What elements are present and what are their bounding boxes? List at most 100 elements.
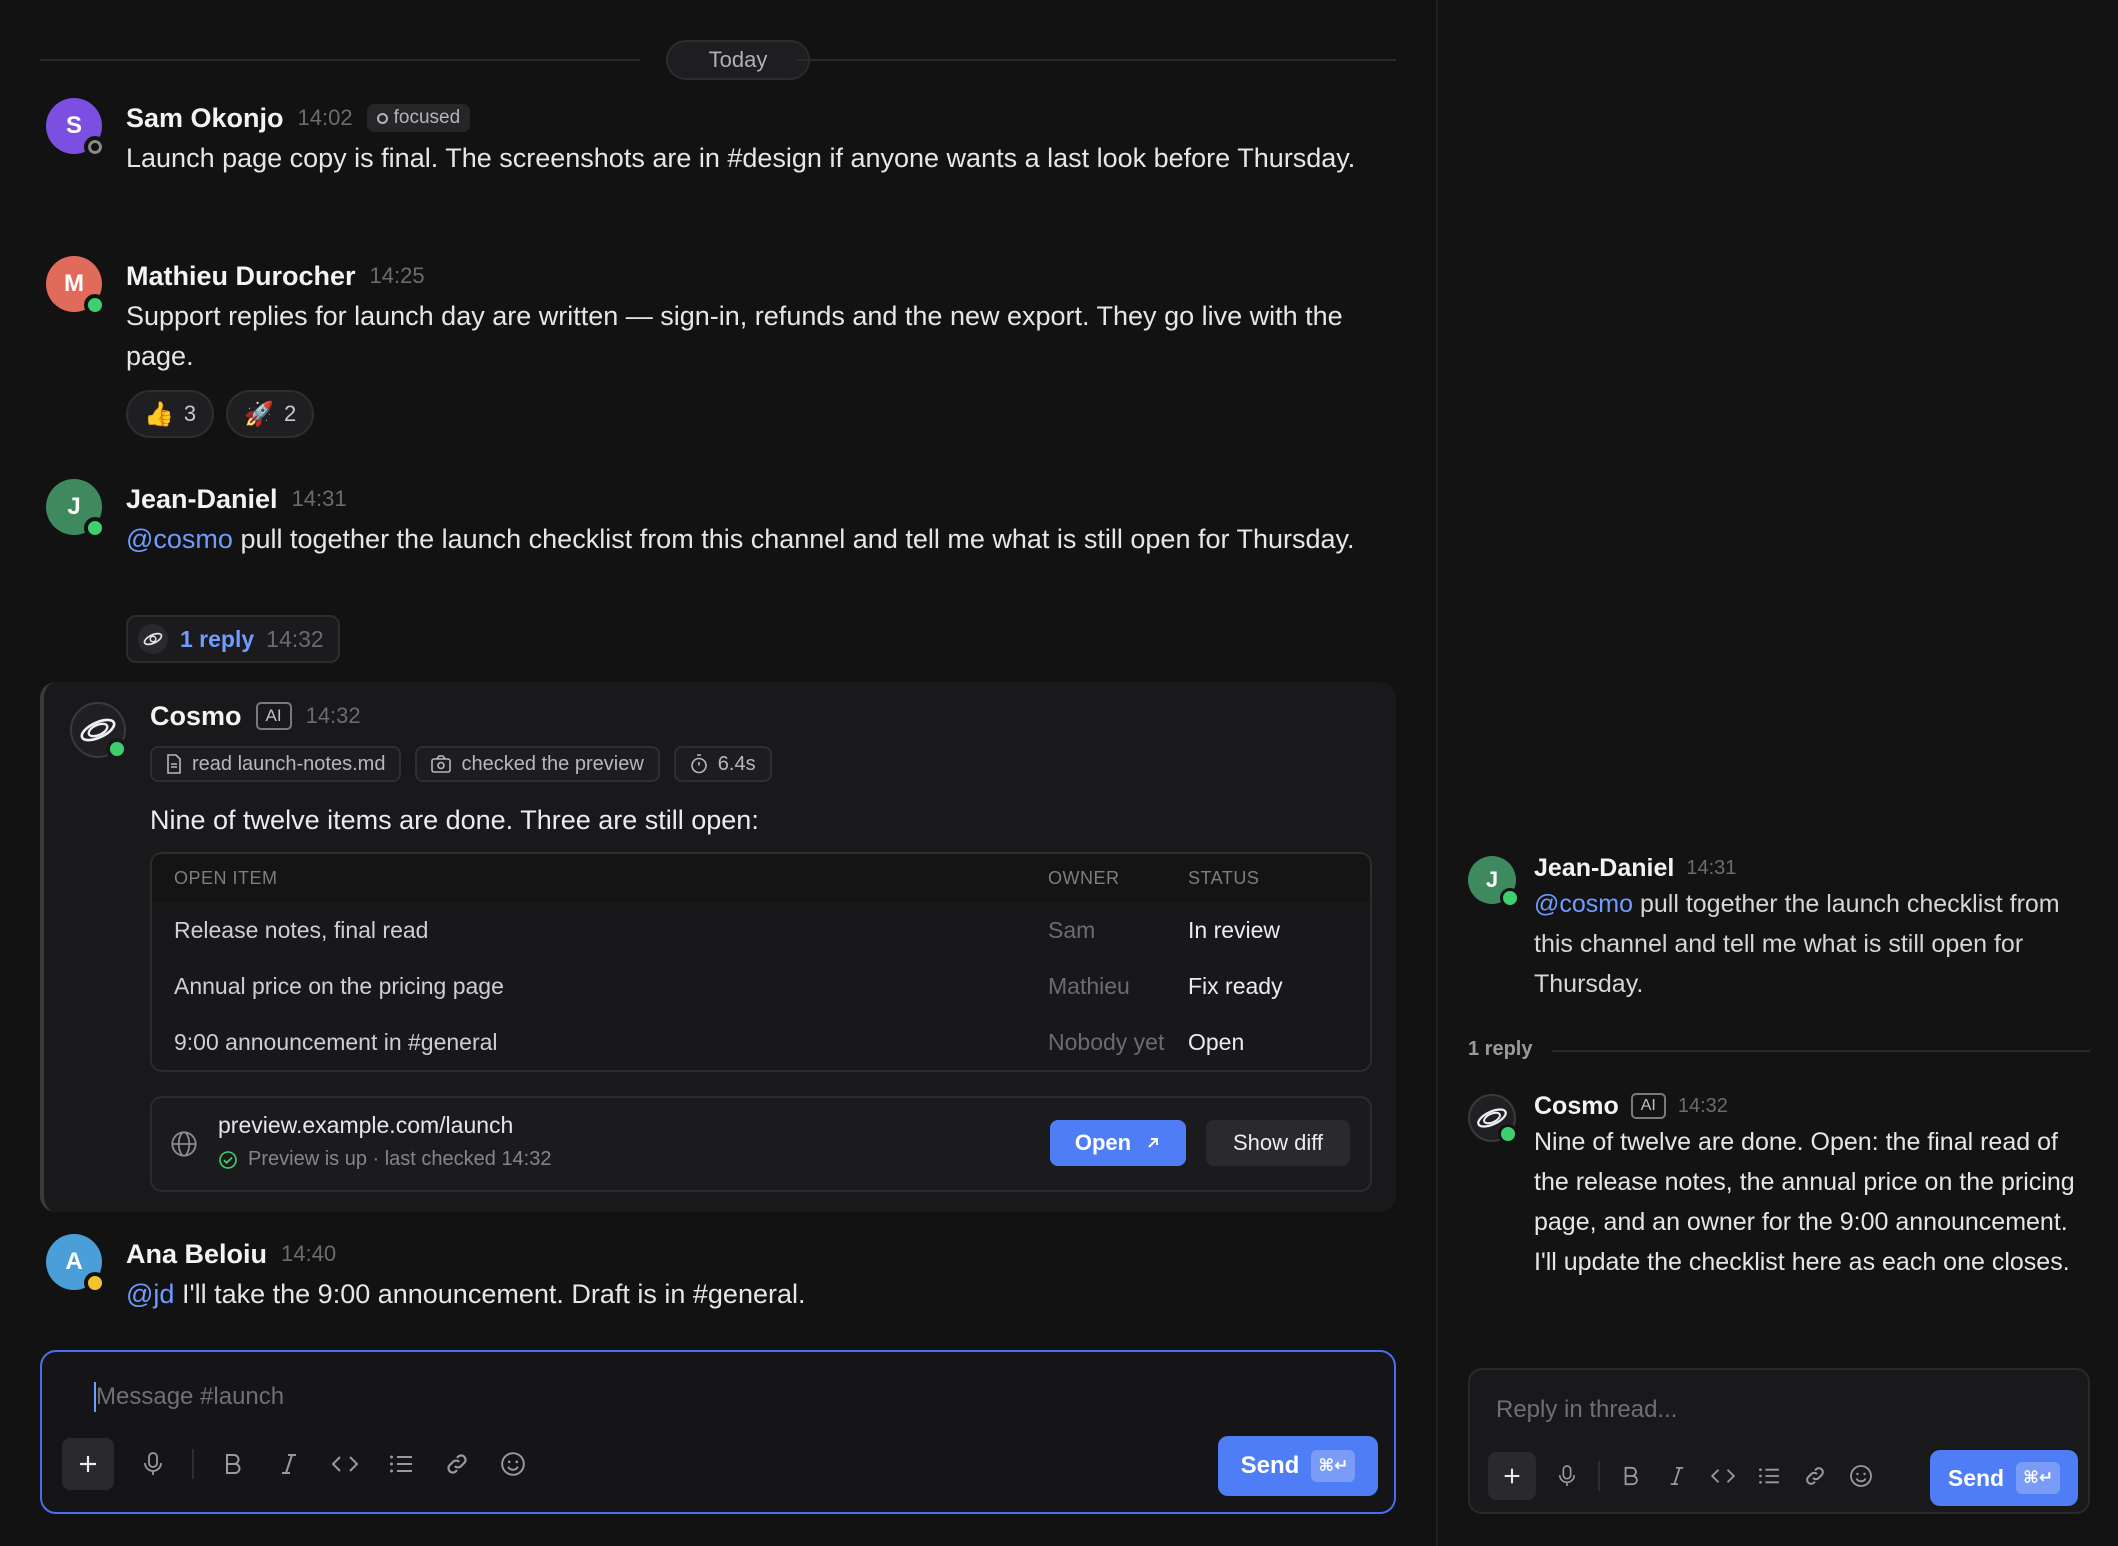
message-header: Sam Okonjo 14:02 focused	[126, 98, 471, 138]
microphone-icon	[1558, 1465, 1576, 1486]
cosmo-mini-avatar	[138, 624, 168, 654]
tool-chip-label: 6.4s	[717, 752, 756, 775]
cell-owner: Mathieu	[1048, 972, 1130, 999]
message-sam: S Sam Okonjo 14:02 focused Launch page c…	[46, 98, 1386, 218]
cell-owner: Sam	[1048, 916, 1096, 943]
message-text: Support replies for launch day are writt…	[126, 301, 1343, 371]
bold-icon	[226, 1454, 241, 1474]
tool-chip-preview[interactable]: checked the preview	[415, 746, 660, 782]
reply-time: 14:32	[266, 625, 324, 652]
preview-status: Preview is up · last checked 14:32	[218, 1148, 552, 1171]
attach-button[interactable]	[1488, 1452, 1536, 1500]
tool-activity: read launch-notes.md checked the preview…	[150, 746, 772, 782]
button-label: Send	[1947, 1464, 2005, 1491]
author-name[interactable]: Mathieu Durocher	[126, 261, 356, 292]
mention-link[interactable]: @cosmo	[126, 524, 233, 554]
microphone-button[interactable]	[136, 1447, 170, 1481]
open-preview-button[interactable]: Open	[1050, 1120, 1186, 1166]
avatar[interactable]: M	[46, 256, 106, 316]
thread-parent-message: J Jean-Daniel 14:31 @cosmo pull together…	[1468, 854, 2088, 1006]
send-reply-button[interactable]: Send ⌘↵	[1930, 1450, 2078, 1506]
table-row: Release notes, final read Sam In review	[152, 902, 1370, 958]
list-button[interactable]	[1754, 1461, 1784, 1491]
author-name[interactable]: Sam Okonjo	[126, 103, 284, 134]
avatar[interactable]: J	[46, 479, 106, 539]
button-label: Send	[1240, 1452, 1300, 1479]
avatar[interactable]: A	[46, 1234, 106, 1294]
file-icon	[167, 754, 181, 774]
reaction-thumbs-up[interactable]: 👍 3	[126, 390, 215, 438]
avatar-initial: A	[65, 1248, 83, 1275]
keyboard-shortcut: ⌘↵	[2016, 1462, 2061, 1494]
italic-button[interactable]	[272, 1447, 306, 1481]
attach-button[interactable]	[62, 1438, 114, 1490]
author-name[interactable]: Cosmo	[1534, 1092, 1619, 1121]
presence-online-indicator	[1500, 888, 1520, 908]
presence-away-indicator	[84, 1272, 106, 1294]
italic-button[interactable]	[1662, 1461, 1692, 1491]
cell-status: In review	[1188, 916, 1281, 943]
avatar[interactable]: S	[46, 98, 106, 158]
cell-item: Annual price on the pricing page	[174, 972, 504, 999]
author-name[interactable]: Cosmo	[150, 701, 242, 732]
avatar-initial: J	[1485, 867, 1499, 892]
avatar-initial: M	[64, 270, 84, 297]
presence-online-indicator	[1498, 1124, 1518, 1144]
code-icon	[1711, 1469, 1735, 1483]
thread-reply-chip[interactable]: 1 reply 14:32	[126, 615, 340, 663]
presence-online-indicator	[84, 517, 106, 539]
message-text: Launch page copy is final. The screensho…	[126, 143, 1356, 173]
code-button[interactable]	[1708, 1461, 1738, 1491]
bold-button[interactable]	[216, 1447, 250, 1481]
list-button[interactable]	[384, 1447, 418, 1481]
reply-count: 1 reply	[1468, 1038, 1533, 1060]
link-icon	[447, 1454, 467, 1474]
cosmo-avatar[interactable]	[70, 702, 128, 760]
reaction-count: 3	[183, 401, 197, 426]
avatar[interactable]: J	[1468, 856, 1520, 908]
preview-url[interactable]: preview.example.com/launch	[218, 1112, 513, 1139]
timestamp: 14:32	[305, 703, 361, 728]
code-button[interactable]	[328, 1447, 362, 1481]
bold-button[interactable]	[1616, 1461, 1646, 1491]
divider-line	[40, 59, 640, 61]
thread-reply-message: Cosmo AI 14:32 Nine of twelve are done. …	[1468, 1092, 2088, 1334]
send-button[interactable]: Send ⌘↵	[1218, 1436, 1378, 1496]
message-input[interactable]: Message #launch	[96, 1378, 284, 1416]
reaction-rocket[interactable]: 🚀 2	[226, 390, 315, 438]
presence-online-indicator	[106, 738, 128, 760]
column-header-item: OPEN ITEM	[174, 867, 278, 888]
code-icon	[332, 1456, 358, 1472]
camera-icon	[431, 755, 452, 773]
mention-link[interactable]: @cosmo	[1534, 890, 1633, 918]
ai-badge: AI	[1630, 1093, 1666, 1119]
author-name[interactable]: Ana Beloiu	[126, 1239, 267, 1270]
stopwatch-icon	[690, 754, 707, 774]
mention-link[interactable]: @jd	[126, 1279, 174, 1309]
tool-chip-file-read[interactable]: read launch-notes.md	[150, 746, 402, 782]
message-jean-daniel: J Jean-Daniel 14:31 @cosmo pull together…	[46, 479, 1386, 665]
link-button[interactable]	[1800, 1461, 1830, 1491]
thread-reply-composer[interactable]: Reply in thread... Send ⌘↵	[1468, 1368, 2090, 1514]
globe-icon	[171, 1131, 197, 1157]
microphone-button[interactable]	[1552, 1461, 1582, 1491]
thread-reply-input[interactable]: Reply in thread...	[1496, 1396, 1677, 1424]
message-composer[interactable]: Message #launch Send ⌘↵	[40, 1350, 1396, 1514]
cell-owner: Nobody yet	[1048, 1028, 1165, 1055]
link-button[interactable]	[440, 1447, 474, 1481]
timestamp: 14:31	[1686, 856, 1737, 879]
italic-icon	[1670, 1467, 1684, 1485]
cell-status: Open	[1188, 1028, 1245, 1055]
button-label: Open	[1074, 1130, 1132, 1155]
date-divider: Today	[40, 40, 1396, 80]
show-diff-button[interactable]: Show diff	[1206, 1120, 1350, 1166]
emoji-button[interactable]	[496, 1447, 530, 1481]
cosmo-avatar[interactable]	[1468, 1094, 1518, 1144]
arrow-up-right-icon	[1148, 1138, 1159, 1148]
emoji-button[interactable]	[1846, 1461, 1876, 1491]
reactions: 👍 3 🚀 2	[126, 390, 315, 438]
column-header-owner: OWNER	[1048, 867, 1120, 888]
author-name[interactable]: Jean-Daniel	[126, 484, 278, 515]
message-ana: A Ana Beloiu 14:40 @jd I'll take the 9:0…	[46, 1234, 1386, 1324]
author-name[interactable]: Jean-Daniel	[1534, 854, 1674, 883]
